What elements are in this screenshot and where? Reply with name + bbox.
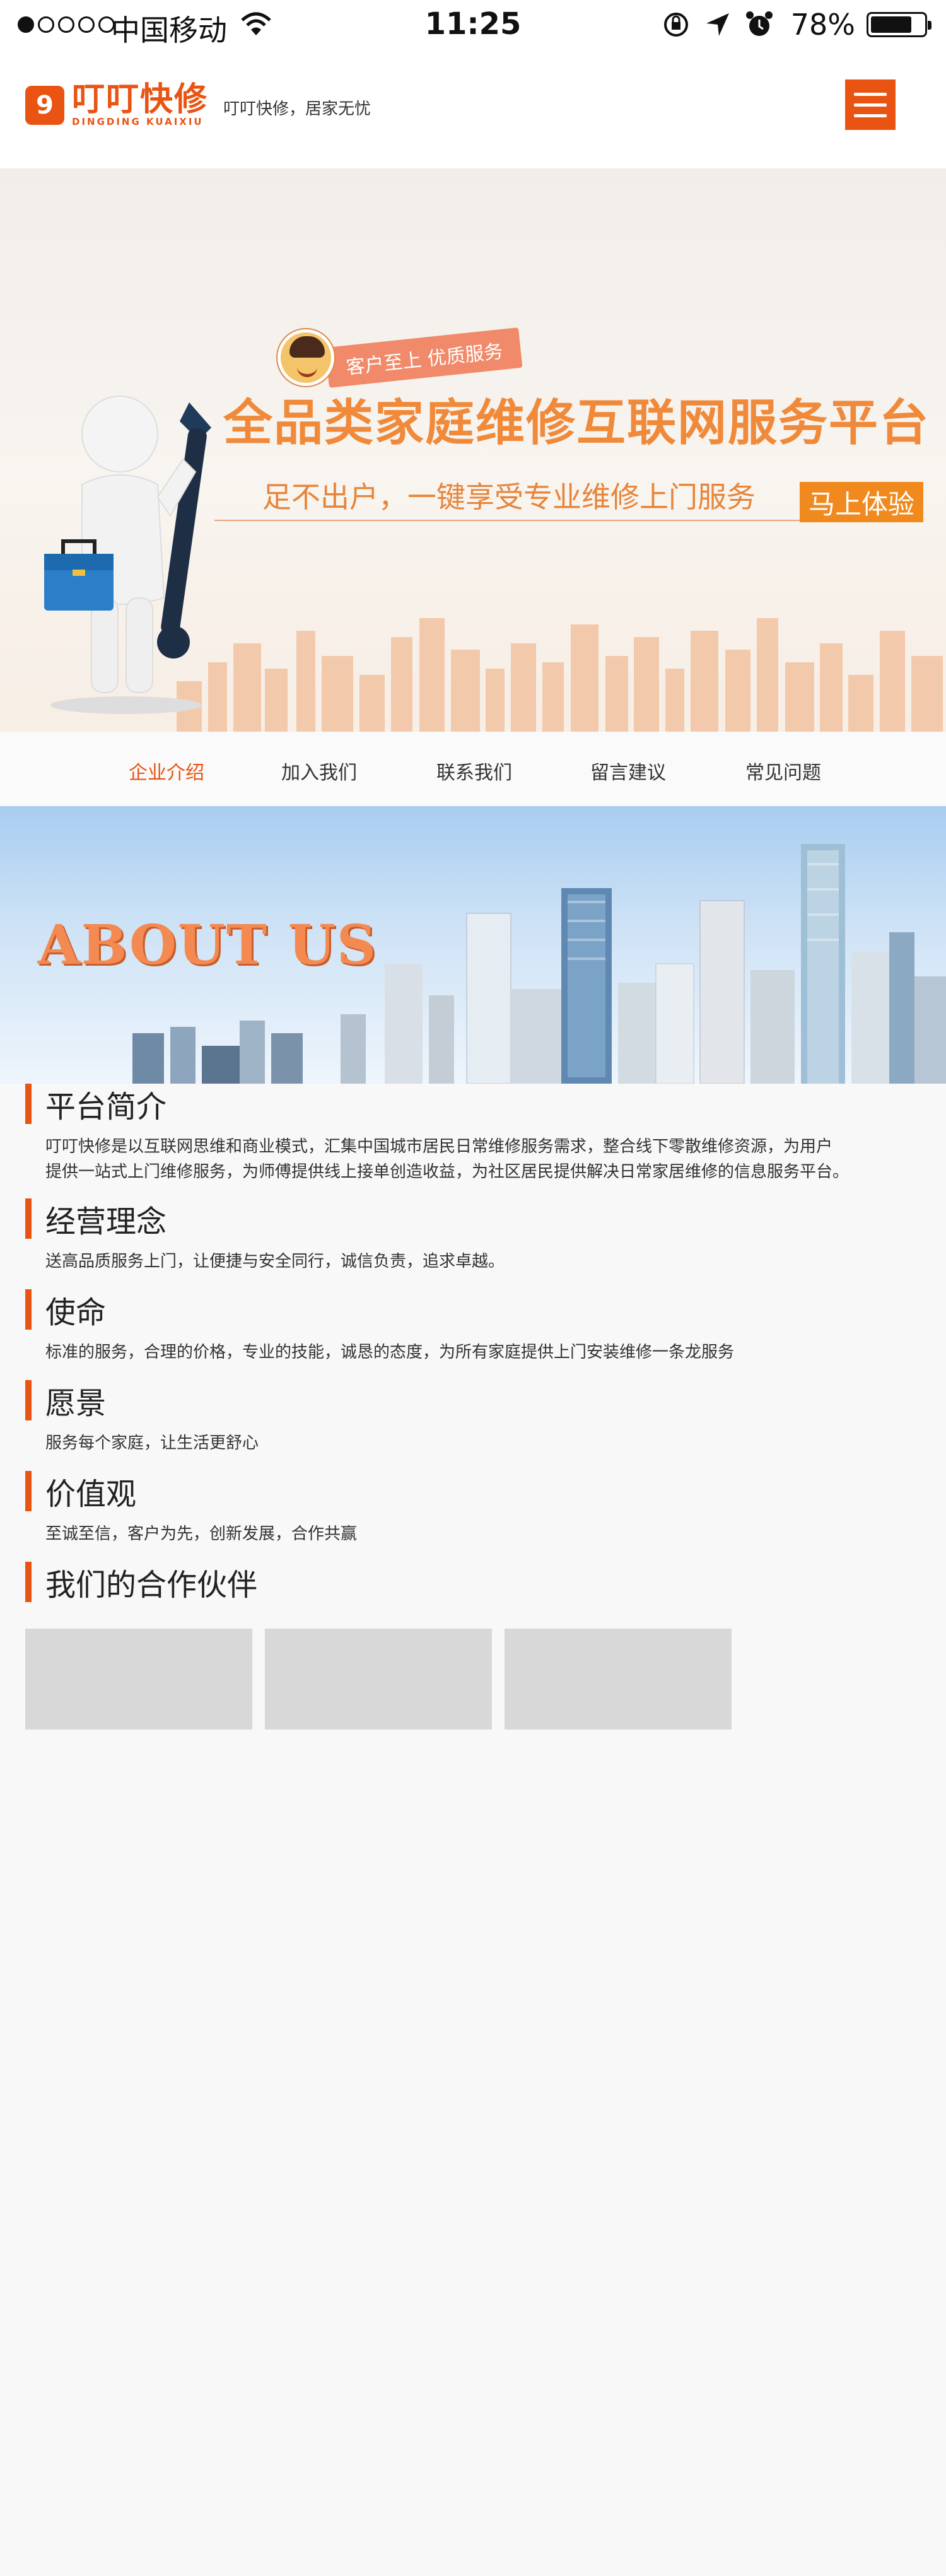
tab-company-intro[interactable]: 企业介绍 bbox=[129, 757, 204, 785]
section-text: 叮叮快修是以互联网思维和商业模式，汇集中国城市居民日常维修服务需求，整合线下零散… bbox=[45, 1134, 916, 1185]
section-title: 价值观 bbox=[45, 1477, 137, 1512]
logo[interactable]: 9 叮叮快修 DINGDING KUAIXIU bbox=[25, 83, 208, 127]
status-bar: 中国移动 11:25 78% bbox=[0, 0, 946, 50]
tab-contact-us[interactable]: 联系我们 bbox=[436, 757, 512, 785]
section-heading: 使命 bbox=[25, 1289, 106, 1330]
header-slogan: 叮叮快修，居家无忧 bbox=[223, 100, 371, 119]
menu-button[interactable] bbox=[845, 79, 896, 130]
menu-icon bbox=[854, 92, 887, 96]
try-now-button[interactable]: 马上体验 bbox=[800, 482, 923, 522]
about-us-title: ABOUT US bbox=[38, 913, 377, 977]
section-text: 送高品质服务上门，让便捷与安全同行，诚信负责，追求卓越。 bbox=[45, 1252, 505, 1271]
banner-title: 全品类家庭维修互联网服务平台 bbox=[223, 395, 930, 452]
battery-percentage: 78% bbox=[790, 8, 855, 42]
repairman-illustration bbox=[44, 395, 211, 714]
logo-subtitle: DINGDING KUAIXIU bbox=[72, 116, 204, 127]
badge-label: 客户至上 优质服务 bbox=[325, 327, 523, 388]
partner-logos bbox=[25, 1629, 732, 1730]
section-text-line: 叮叮快修是以互联网思维和商业模式，汇集中国城市居民日常维修服务需求，整合线下零散… bbox=[45, 1137, 833, 1156]
tab-feedback[interactable]: 留言建议 bbox=[590, 757, 666, 785]
section-heading: 愿景 bbox=[25, 1380, 107, 1421]
section-title: 使命 bbox=[45, 1295, 107, 1330]
wrench-icon bbox=[157, 402, 211, 659]
section-nav: 企业介绍 加入我们 联系我们 留言建议 常见问题 bbox=[0, 732, 946, 806]
tab-join-us[interactable]: 加入我们 bbox=[281, 757, 357, 785]
partner-logo-placeholder[interactable] bbox=[25, 1629, 252, 1730]
site-header: 9 叮叮快修 DINGDING KUAIXIU 叮叮快修，居家无忧 bbox=[0, 50, 946, 169]
section-title: 愿景 bbox=[45, 1386, 107, 1421]
location-icon bbox=[706, 13, 729, 36]
partner-logo-placeholder[interactable] bbox=[265, 1629, 492, 1730]
battery-icon bbox=[867, 12, 931, 37]
section-title: 经营理念 bbox=[45, 1204, 167, 1239]
banner-divider bbox=[214, 520, 801, 521]
tab-faq[interactable]: 常见问题 bbox=[745, 757, 821, 785]
service-badge: 客户至上 优质服务 bbox=[277, 327, 523, 388]
section-text: 服务每个家庭，让生活更舒心 bbox=[45, 1434, 259, 1453]
about-us-banner: ABOUT US bbox=[0, 806, 946, 1084]
section-heading: 我们的合作伙伴 bbox=[25, 1562, 258, 1603]
partner-logo-placeholder[interactable] bbox=[505, 1629, 732, 1730]
logo-name: 叮叮快修 bbox=[72, 81, 209, 119]
rotation-lock-icon bbox=[663, 13, 688, 37]
agent-avatar-icon bbox=[277, 329, 334, 386]
banner-subtitle: 足不出户，一键享受专业维修上门服务 bbox=[262, 480, 756, 514]
section-title: 平台简介 bbox=[45, 1089, 167, 1125]
section-heading: 平台简介 bbox=[25, 1084, 167, 1125]
section-text: 标准的服务，合理的价格，专业的技能，诚恳的态度，为所有家庭提供上门安装维修一条龙… bbox=[45, 1343, 735, 1362]
section-text-line: 提供一站式上门维修服务，为师傅提供线上接单创造收益，为社区居民提供解决日常家居维… bbox=[45, 1162, 850, 1181]
section-text: 至诚至信，客户为先，创新发展，合作共赢 bbox=[45, 1525, 358, 1543]
hero-banner: 客户至上 优质服务 全品类家庭维修互联网服务平台 足不出户，一键享受专业维修上门… bbox=[0, 169, 946, 732]
alarm-icon bbox=[745, 11, 773, 36]
section-title: 我们的合作伙伴 bbox=[45, 1567, 258, 1603]
section-heading: 经营理念 bbox=[25, 1198, 166, 1239]
logo-mark-icon: 9 bbox=[25, 86, 64, 125]
section-heading: 价值观 bbox=[25, 1471, 137, 1512]
